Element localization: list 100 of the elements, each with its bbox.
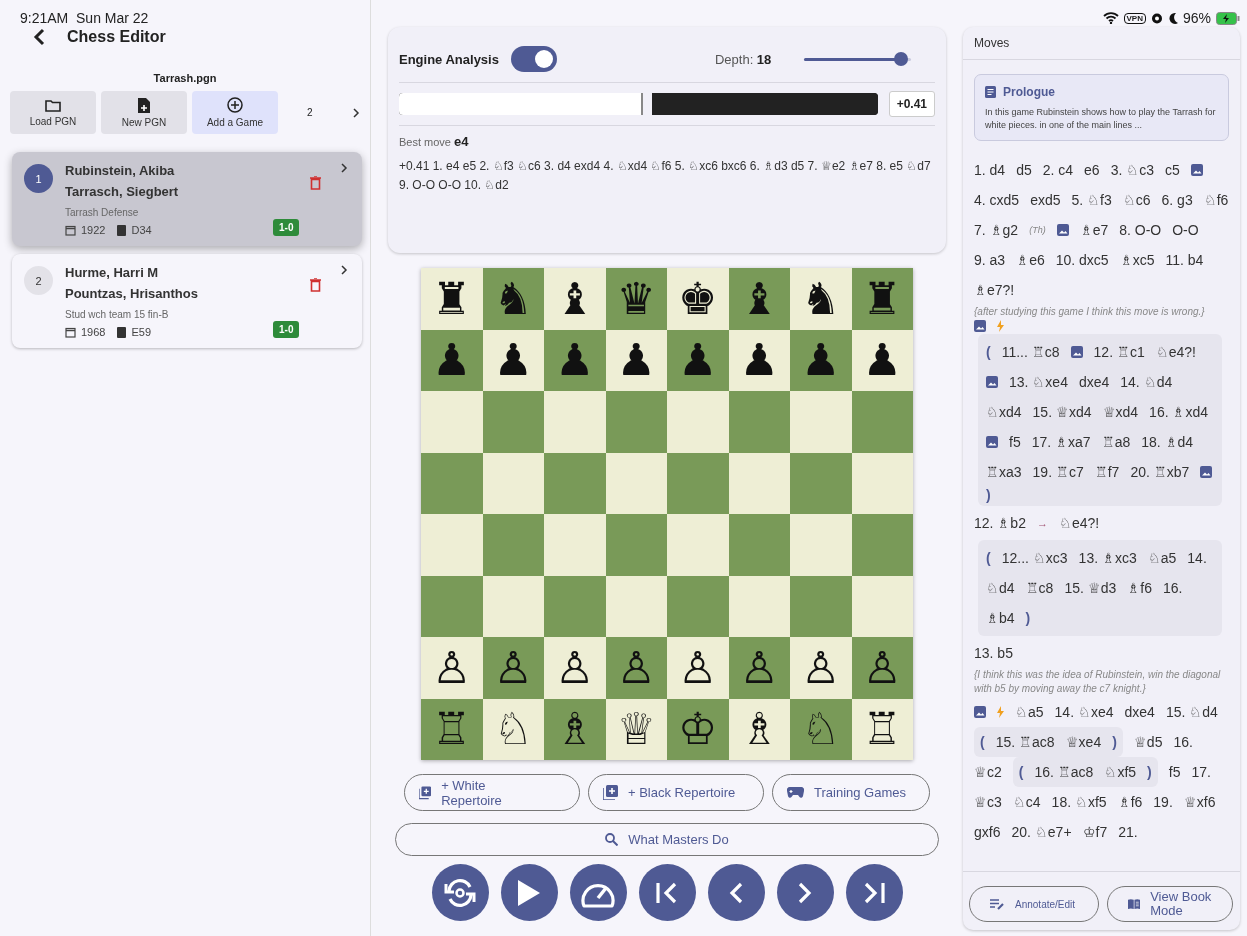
board-square[interactable]: ♙ <box>667 637 729 699</box>
chess-piece[interactable]: ♝ <box>555 276 595 321</box>
move-text[interactable]: ♗e7 <box>1079 215 1109 246</box>
board-square[interactable] <box>851 575 913 637</box>
move-text[interactable]: 8. O-O <box>1119 215 1162 246</box>
move-text[interactable]: d5 <box>1016 155 1032 186</box>
move-text[interactable]: 16. ♗xd4 <box>1149 396 1209 427</box>
chess-piece[interactable]: ♘ <box>801 707 841 752</box>
board-square[interactable]: ♞ <box>790 268 852 330</box>
move-text[interactable]: 17. ♗xa7 <box>1031 426 1091 457</box>
chess-piece[interactable]: ♞ <box>801 276 841 321</box>
move-text[interactable]: 16. ♖ac8 <box>1034 756 1094 787</box>
chess-piece[interactable]: ♙ <box>555 645 595 690</box>
board-square[interactable]: ♚ <box>667 268 729 330</box>
board-square[interactable]: ♙ <box>728 637 790 699</box>
move-text[interactable]: ♕c2 <box>974 756 1002 787</box>
board-square[interactable]: ♘ <box>790 698 852 760</box>
board-square[interactable] <box>482 452 544 514</box>
move-text[interactable]: exd5 <box>1030 185 1061 216</box>
move-text[interactable]: O-O <box>1172 215 1199 246</box>
move-text[interactable]: 3. ♘c3 <box>1110 155 1154 186</box>
move-text[interactable]: 15. ♖ac8 <box>995 726 1055 757</box>
game-card[interactable]: 1 Rubinstein, Akiba Tarrasch, Siegbert Tarrash Defense 1922 D34 1-0 <box>12 152 362 246</box>
back-icon[interactable] <box>33 28 45 46</box>
chess-piece[interactable]: ♖ <box>432 707 472 752</box>
move-text[interactable]: 14. ♘xe4 <box>1054 696 1114 727</box>
move-text[interactable]: ♘xf5 <box>1104 756 1137 787</box>
board-square[interactable] <box>851 452 913 514</box>
board-square[interactable]: ♖ <box>421 698 483 760</box>
move-text[interactable]: f5 <box>1009 426 1021 457</box>
image-icon[interactable] <box>1056 224 1069 237</box>
move-text[interactable]: 5. ♘f3 <box>1071 185 1112 216</box>
board-square[interactable]: ♙ <box>544 637 606 699</box>
move-text[interactable]: ♖f7 <box>1094 456 1120 487</box>
toolbar-button[interactable]: New PGN <box>101 91 187 134</box>
toolbar-button[interactable]: Load PGN <box>10 91 96 134</box>
move-text[interactable]: 12. ♖c1 <box>1093 336 1145 367</box>
chess-piece[interactable]: ♞ <box>493 276 533 321</box>
chess-piece[interactable]: ♘ <box>493 707 533 752</box>
move-text[interactable]: dxe4 <box>1078 366 1110 397</box>
board-square[interactable]: ♘ <box>482 698 544 760</box>
move-text[interactable]: ♕c3 <box>974 786 1002 817</box>
board-square[interactable]: ♟ <box>728 329 790 391</box>
move-text[interactable]: ♘e4?! <box>1058 507 1100 538</box>
board-square[interactable]: ♟ <box>544 329 606 391</box>
move-text[interactable]: ♗f6 <box>1117 786 1143 817</box>
move-text[interactable]: 16. <box>1173 726 1193 757</box>
chess-piece[interactable]: ♟ <box>862 338 902 383</box>
chess-piece[interactable]: ♗ <box>555 707 595 752</box>
board-square[interactable]: ♗ <box>544 698 606 760</box>
move-text[interactable]: ♘f6 <box>1203 185 1229 216</box>
move-text[interactable]: 20. ♖xb7 <box>1130 456 1190 487</box>
board-square[interactable]: ♝ <box>728 268 790 330</box>
move-text[interactable]: 15. ♕xd4 <box>1032 396 1092 427</box>
move-text[interactable]: 10. dxc5 <box>1055 245 1109 276</box>
chess-piece[interactable]: ♟ <box>432 338 472 383</box>
board-square[interactable] <box>605 452 667 514</box>
board-square[interactable]: ♟ <box>605 329 667 391</box>
image-icon[interactable] <box>974 319 986 332</box>
chess-piece[interactable]: ♔ <box>678 707 718 752</box>
board-square[interactable]: ♙ <box>605 637 667 699</box>
move-text[interactable]: 19. <box>1153 786 1173 817</box>
chess-piece[interactable]: ♕ <box>616 707 656 752</box>
move-text[interactable]: 4. cxd5 <box>974 185 1020 216</box>
nav-button[interactable] <box>569 864 627 921</box>
move-text[interactable]: 12... ♘xc3 <box>1001 542 1068 573</box>
image-icon[interactable] <box>1070 345 1083 358</box>
move-text[interactable]: ♘a5 <box>1147 542 1177 573</box>
move-text[interactable]: 14. ♘d4 <box>1120 366 1173 397</box>
chevron-right-icon[interactable] <box>351 106 360 119</box>
nav-button[interactable] <box>431 864 489 921</box>
board-square[interactable]: ♛ <box>605 268 667 330</box>
chess-piece[interactable]: ♜ <box>432 276 472 321</box>
chess-piece[interactable]: ♟ <box>493 338 533 383</box>
nav-button[interactable] <box>776 864 834 921</box>
nav-button[interactable] <box>707 864 765 921</box>
game-card[interactable]: 2 Hurme, Harri M Pountzas, Hrisanthos Stud wch team 15 fin-B 1968 E59 1-0 <box>12 254 362 348</box>
chess-piece[interactable]: ♟ <box>801 338 841 383</box>
image-icon[interactable] <box>986 375 998 388</box>
chess-piece[interactable]: ♟ <box>616 338 656 383</box>
board-square[interactable]: ♟ <box>421 329 483 391</box>
move-text[interactable]: 14. <box>1187 542 1207 573</box>
move-text[interactable]: 19. ♖c7 <box>1032 456 1084 487</box>
move-text[interactable]: 21. <box>1118 816 1138 847</box>
board-square[interactable]: ♜ <box>421 268 483 330</box>
move-text[interactable]: dxe4 <box>1124 696 1155 727</box>
board-square[interactable] <box>728 452 790 514</box>
toolbar-button[interactable]: Add a Game <box>192 91 278 134</box>
nav-button[interactable] <box>845 864 903 921</box>
chevron-right-icon[interactable] <box>340 264 348 276</box>
move-text[interactable]: ♘e4?! <box>1155 336 1196 367</box>
move-text[interactable]: ♔f7 <box>1082 816 1108 847</box>
move-text[interactable]: ♕xf6 <box>1183 786 1216 817</box>
nav-button[interactable] <box>500 864 558 921</box>
chevron-right-icon[interactable] <box>340 162 348 174</box>
chess-piece[interactable]: ♚ <box>678 276 718 321</box>
move-text[interactable]: ♘c4 <box>1012 786 1041 817</box>
board-square[interactable]: ♟ <box>667 329 729 391</box>
board-square[interactable]: ♙ <box>851 637 913 699</box>
board-square[interactable]: ♙ <box>790 637 852 699</box>
